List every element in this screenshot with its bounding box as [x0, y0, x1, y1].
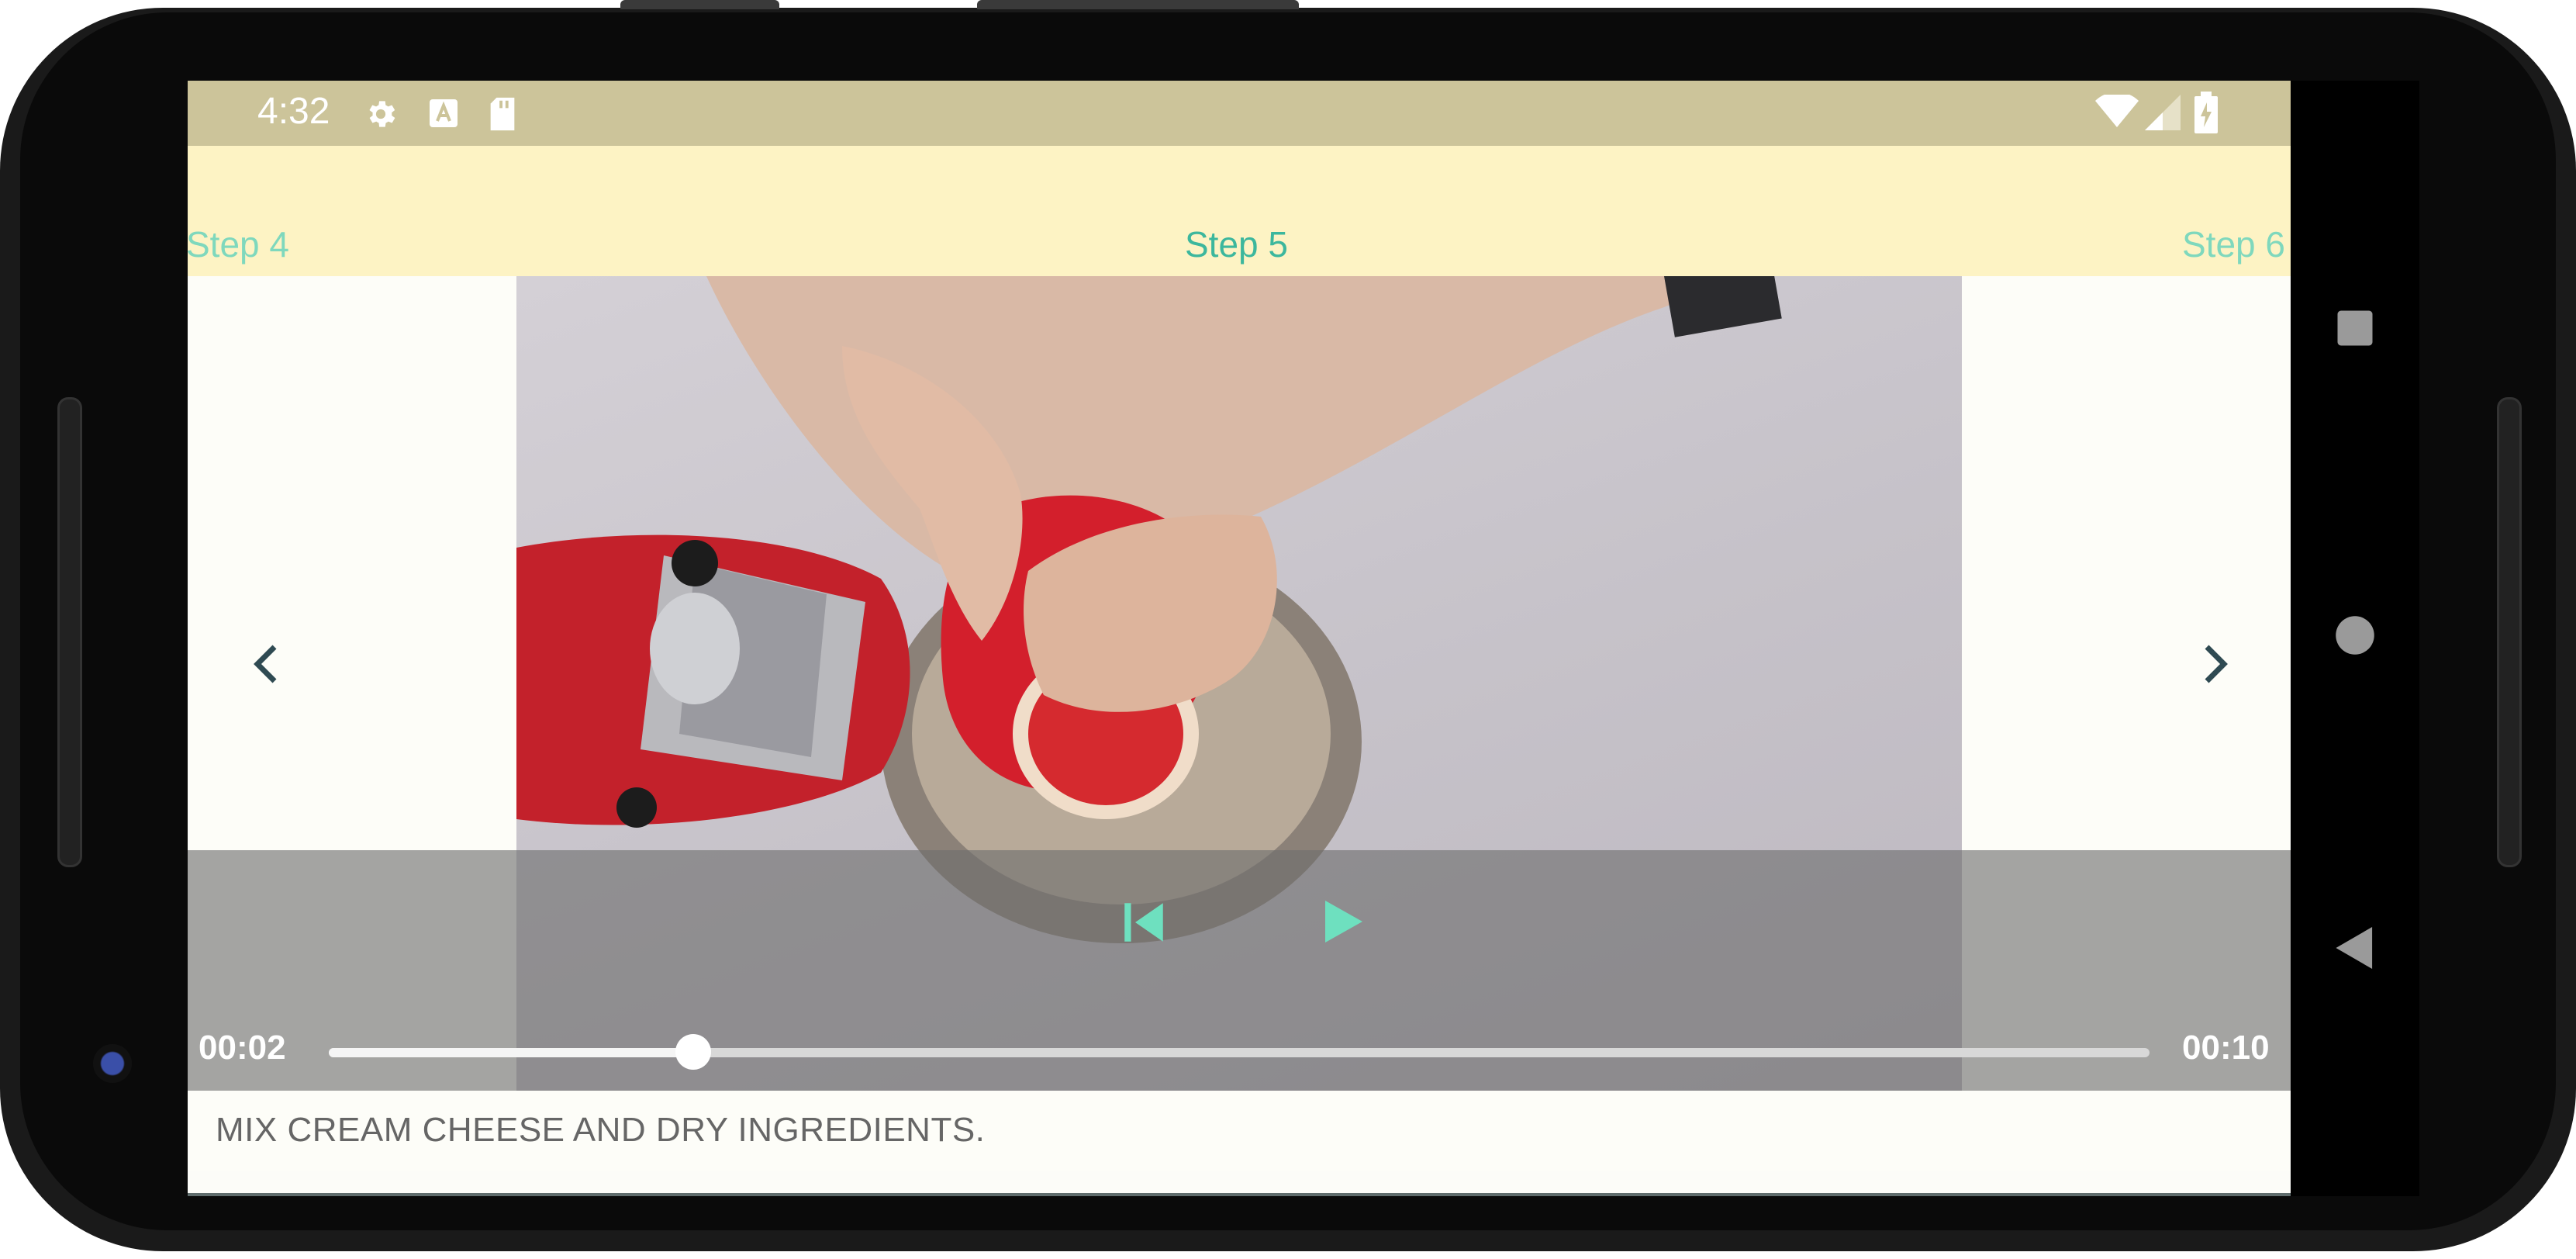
- speaker-grille-right: [2497, 397, 2522, 867]
- seek-bar[interactable]: [329, 1034, 2150, 1070]
- play-button[interactable]: [1314, 894, 1369, 953]
- home-button[interactable]: [2334, 614, 2376, 659]
- step-content: 00:02 00:10 MIX CREAM CHEESE AND DRY ING…: [188, 276, 2291, 1171]
- device-screen: 4:32 Step 4 Step 5 Step 6 00:02 00:10 MI…: [188, 81, 2291, 1196]
- back-triangle-icon: [2336, 927, 2373, 969]
- status-bar: 4:32: [188, 81, 2291, 146]
- tab-step-5[interactable]: Step 5: [1185, 223, 1288, 265]
- skip-previous-button[interactable]: [1118, 897, 1169, 951]
- seek-thumb[interactable]: [675, 1034, 711, 1070]
- play-icon: [1325, 901, 1362, 943]
- signal-icon: [2145, 95, 2181, 133]
- gear-icon: [363, 96, 399, 135]
- recents-square-icon: [2337, 310, 2373, 346]
- tab-step-6[interactable]: Step 6: [2182, 223, 2285, 265]
- player-controls: 00:02 00:10: [188, 850, 2291, 1091]
- previous-step-button[interactable]: [250, 641, 288, 687]
- tab-step-4[interactable]: Step 4: [188, 223, 289, 265]
- duration: 00:10: [2182, 1029, 2270, 1067]
- chevron-left-icon: [254, 645, 277, 683]
- system-nav-bar: [2291, 81, 2419, 1196]
- home-circle-icon: [2336, 616, 2374, 655]
- chevron-right-icon: [2205, 645, 2228, 683]
- current-position: 00:02: [199, 1029, 286, 1067]
- wifi-icon: [2095, 92, 2139, 132]
- recents-button[interactable]: [2334, 307, 2376, 352]
- speaker-grille-left: [57, 397, 82, 867]
- step-description-text: MIX CREAM CHEESE AND DRY INGREDIENTS.: [216, 1111, 986, 1149]
- sd-card-icon: [487, 96, 518, 135]
- skip-previous-icon: [1124, 903, 1163, 942]
- back-button[interactable]: [2334, 925, 2376, 974]
- volume-button: [977, 0, 1299, 9]
- seek-progress: [329, 1048, 693, 1057]
- status-time: 4:32: [257, 91, 330, 132]
- next-step-button[interactable]: [2201, 641, 2239, 687]
- step-description: MIX CREAM CHEESE AND DRY INGREDIENTS.: [188, 1091, 2291, 1171]
- bottom-divider: [188, 1193, 2291, 1196]
- text-a-icon: [428, 96, 459, 133]
- battery-charging-icon: [2194, 92, 2218, 137]
- power-button: [620, 0, 779, 9]
- step-tabs: Step 4 Step 5 Step 6: [188, 146, 2291, 276]
- front-camera: [93, 1044, 132, 1083]
